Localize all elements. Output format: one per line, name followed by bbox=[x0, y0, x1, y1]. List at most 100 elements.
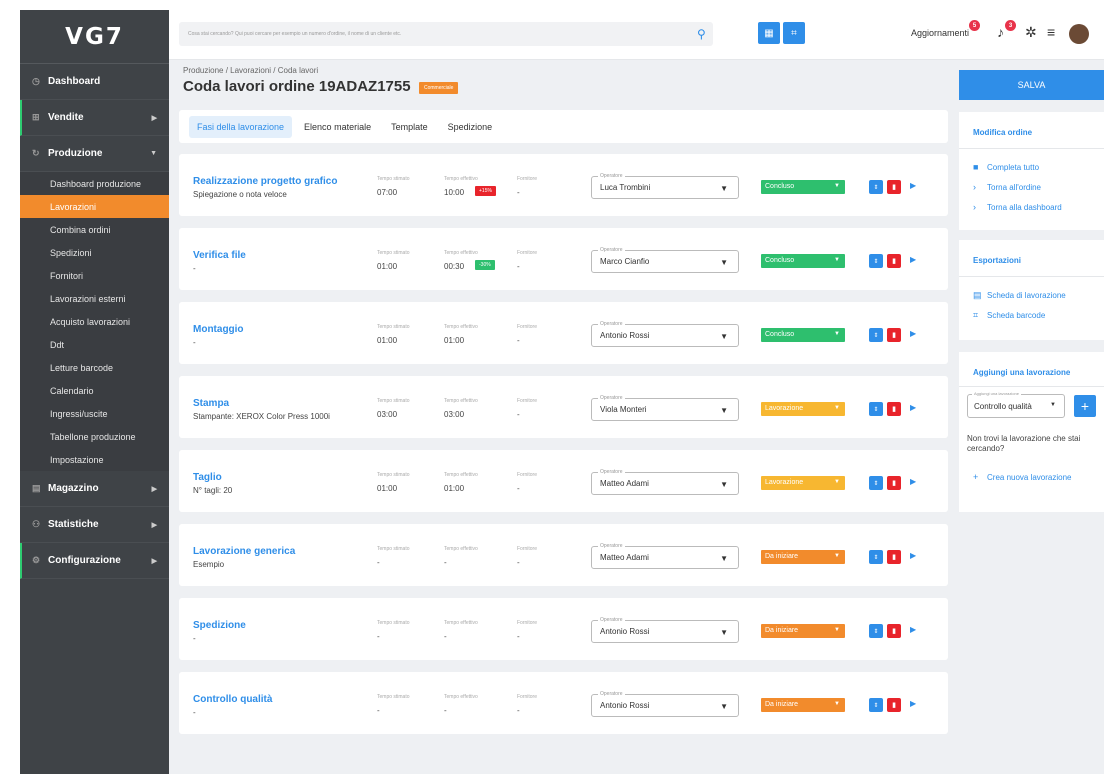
sort-button[interactable]: ⇕ bbox=[869, 180, 883, 194]
sidebar-subitem[interactable]: Impostazione bbox=[20, 448, 169, 471]
expand-arrow-icon[interactable]: ▶ bbox=[910, 255, 916, 264]
operator-select[interactable]: Operatore Antonio Rossi ▼ bbox=[591, 691, 739, 717]
bell-icon[interactable]: ♪ bbox=[997, 24, 1004, 40]
work-name[interactable]: Stampa bbox=[193, 398, 229, 409]
sidebar-item-configurazione[interactable]: ⚙ Configurazione ▶ bbox=[20, 543, 169, 579]
tab-template[interactable]: Template bbox=[383, 116, 436, 138]
delete-button[interactable]: ▮ bbox=[887, 180, 901, 194]
menu-icon[interactable]: ≡ bbox=[1047, 24, 1055, 40]
sidebar-subitem[interactable]: Letture barcode bbox=[20, 356, 169, 379]
status-select[interactable]: Concluso ▼ bbox=[761, 328, 845, 342]
operator-select[interactable]: Operatore Marco Cianfio ▼ bbox=[591, 247, 739, 273]
link-label: Torna all'ordine bbox=[987, 182, 1042, 192]
sidebar-subitem[interactable]: Lavorazioni esterni bbox=[20, 287, 169, 310]
status-select[interactable]: Lavorazione ▼ bbox=[761, 402, 845, 416]
operator-select[interactable]: Operatore Viola Monteri ▼ bbox=[591, 395, 739, 421]
sidebar-subitem[interactable]: Fornitori bbox=[20, 264, 169, 287]
sidebar-item-produzione[interactable]: ↻ Produzione ▼ bbox=[20, 136, 169, 172]
work-name[interactable]: Controllo qualità bbox=[193, 694, 272, 705]
sidebar-subitem[interactable]: Dashboard produzione bbox=[20, 172, 169, 195]
sidebar-item-vendite[interactable]: ⊞ Vendite ▶ bbox=[20, 100, 169, 136]
scan-icon: ⌗ bbox=[791, 27, 797, 39]
status-select[interactable]: Da iniziare ▼ bbox=[761, 550, 845, 564]
sidebar-subitem[interactable]: Acquisto lavorazioni bbox=[20, 310, 169, 333]
work-sheet-link[interactable]: ▤ Scheda di lavorazione bbox=[973, 290, 1066, 301]
add-work-button[interactable]: + bbox=[1074, 395, 1096, 417]
expand-arrow-icon[interactable]: ▶ bbox=[910, 329, 916, 338]
time-actual: 01:00 bbox=[444, 336, 465, 345]
delete-button[interactable]: ▮ bbox=[887, 624, 901, 638]
expand-arrow-icon[interactable]: ▶ bbox=[910, 181, 916, 190]
tab-materiale[interactable]: Elenco materiale bbox=[296, 116, 379, 138]
status-value: Concluso bbox=[765, 331, 795, 338]
sidebar-subitem[interactable]: Ingressi/uscite bbox=[20, 402, 169, 425]
delete-button[interactable]: ▮ bbox=[887, 476, 901, 490]
sidebar-item-statistiche[interactable]: ⚇ Statistiche ▶ bbox=[20, 507, 169, 543]
sort-button[interactable]: ⇕ bbox=[869, 328, 883, 342]
sidebar-item-dashboard[interactable]: ◷ Dashboard bbox=[20, 64, 169, 100]
status-select[interactable]: Concluso ▼ bbox=[761, 180, 845, 194]
delete-button[interactable]: ▮ bbox=[887, 328, 901, 342]
delete-button[interactable]: ▮ bbox=[887, 402, 901, 416]
avatar[interactable] bbox=[1069, 24, 1089, 44]
operator-select[interactable]: Operatore Matteo Adami ▼ bbox=[591, 543, 739, 569]
delete-button[interactable]: ▮ bbox=[887, 698, 901, 712]
save-icon: ■ bbox=[973, 162, 979, 172]
operator-select[interactable]: Operatore Antonio Rossi ▼ bbox=[591, 617, 739, 643]
sort-button[interactable]: ⇕ bbox=[869, 402, 883, 416]
operator-select[interactable]: Operatore Antonio Rossi ▼ bbox=[591, 321, 739, 347]
search-icon[interactable]: ⚲ bbox=[697, 27, 706, 41]
gear-icon[interactable]: ✲ bbox=[1025, 24, 1037, 41]
save-button[interactable]: SALVA bbox=[959, 70, 1104, 100]
work-name[interactable]: Realizzazione progetto grafico bbox=[193, 176, 337, 187]
sidebar-subitem[interactable]: Spedizioni bbox=[20, 241, 169, 264]
work-name[interactable]: Montaggio bbox=[193, 324, 244, 335]
add-work-select[interactable]: Aggiungi una lavorazione Controllo quali… bbox=[967, 391, 1065, 418]
expand-arrow-icon[interactable]: ▶ bbox=[910, 625, 916, 634]
divider bbox=[959, 276, 1104, 277]
sidebar-subitem[interactable]: Ddt bbox=[20, 333, 169, 356]
sidebar-subitem[interactable]: Combina ordini bbox=[20, 218, 169, 241]
operator-select[interactable]: Operatore Luca Trombini ▼ bbox=[591, 173, 739, 199]
expand-arrow-icon[interactable]: ▶ bbox=[910, 699, 916, 708]
sort-button[interactable]: ⇕ bbox=[869, 476, 883, 490]
sort-button[interactable]: ⇕ bbox=[869, 254, 883, 268]
add-help-text: Non trovi la lavorazione che stai cercan… bbox=[967, 434, 1081, 453]
updates-link[interactable]: Aggiornamenti bbox=[911, 28, 969, 38]
status-select[interactable]: Lavorazione ▼ bbox=[761, 476, 845, 490]
barcode-scan-button[interactable]: ⌗ bbox=[783, 22, 805, 44]
trash-icon: ▮ bbox=[892, 184, 896, 191]
sidebar-subitem-active[interactable]: Lavorazioni bbox=[20, 195, 169, 218]
sort-button[interactable]: ⇕ bbox=[869, 698, 883, 712]
back-to-dashboard-link[interactable]: › Torna alla dashboard bbox=[973, 202, 1062, 212]
complete-all-link[interactable]: ■ Completa tutto bbox=[973, 162, 1039, 172]
expand-arrow-icon[interactable]: ▶ bbox=[910, 403, 916, 412]
status-select[interactable]: Da iniziare ▼ bbox=[761, 698, 845, 712]
expand-arrow-icon[interactable]: ▶ bbox=[910, 551, 916, 560]
delete-button[interactable]: ▮ bbox=[887, 550, 901, 564]
search-input[interactable]: Cosa stai cercando? Qui puoi cercare per… bbox=[179, 22, 713, 46]
create-work-link[interactable]: + Crea nuova lavorazione bbox=[973, 472, 1072, 482]
sidebar-subitem[interactable]: Tabellone produzione bbox=[20, 425, 169, 448]
back-to-order-link[interactable]: › Torna all'ordine bbox=[973, 182, 1041, 192]
time-estimated: 01:00 bbox=[377, 336, 398, 345]
status-select[interactable]: Da iniziare ▼ bbox=[761, 624, 845, 638]
grid-icon: ▦ bbox=[764, 27, 774, 39]
sort-button[interactable]: ⇕ bbox=[869, 624, 883, 638]
work-name[interactable]: Taglio bbox=[193, 472, 222, 483]
work-name[interactable]: Verifica file bbox=[193, 250, 246, 261]
delete-button[interactable]: ▮ bbox=[887, 254, 901, 268]
barcode-sheet-link[interactable]: ⌗ Scheda barcode bbox=[973, 310, 1045, 321]
grid-view-button[interactable]: ▦ bbox=[758, 22, 780, 44]
work-name[interactable]: Spedizione bbox=[193, 620, 246, 631]
expand-arrow-icon[interactable]: ▶ bbox=[910, 477, 916, 486]
sidebar-subitem[interactable]: Calendario bbox=[20, 379, 169, 402]
work-name[interactable]: Lavorazione generica bbox=[193, 546, 295, 557]
tab-fasi[interactable]: Fasi della lavorazione bbox=[189, 115, 293, 138]
tab-spedizione[interactable]: Spedizione bbox=[440, 116, 501, 138]
sidebar-item-magazzino[interactable]: ▤ Magazzino ▶ bbox=[20, 471, 169, 507]
sort-button[interactable]: ⇕ bbox=[869, 550, 883, 564]
col-label-stimato: Tempo stimato bbox=[377, 398, 410, 404]
operator-select[interactable]: Operatore Matteo Adami ▼ bbox=[591, 469, 739, 495]
status-select[interactable]: Concluso ▼ bbox=[761, 254, 845, 268]
